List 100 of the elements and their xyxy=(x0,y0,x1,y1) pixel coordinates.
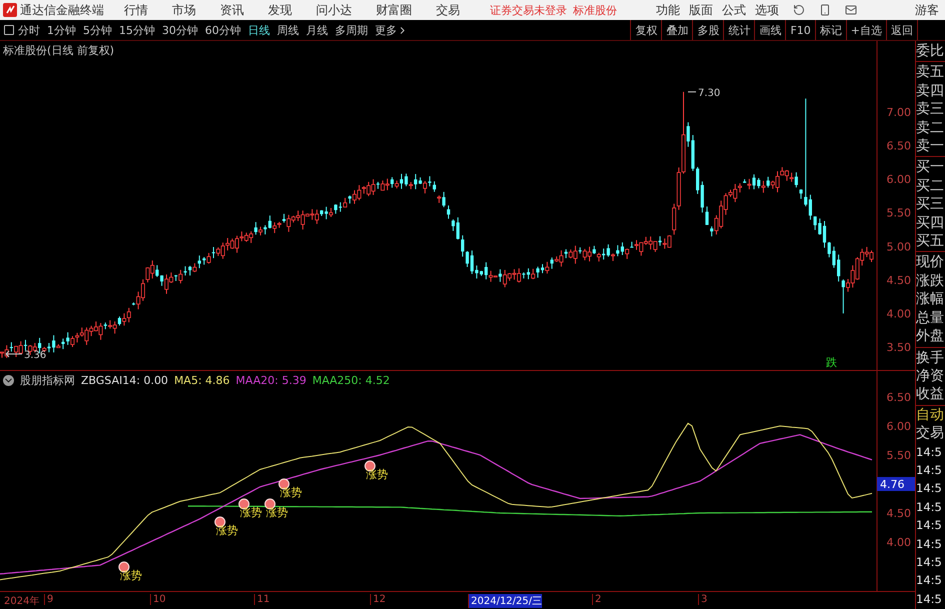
quote-label: 买二 xyxy=(916,176,945,196)
indicator-value: ZBGSAI14: 0.00 xyxy=(81,374,168,387)
price-axis-label: 4.50 xyxy=(886,274,911,287)
quote-label: 净资 xyxy=(916,366,945,386)
date-axis-label: 11 xyxy=(254,594,270,605)
price-axis-label: 3.50 xyxy=(886,341,911,354)
price-axis-label: 7.00 xyxy=(886,106,911,119)
menu-item[interactable]: 财富圈 xyxy=(376,2,412,18)
quote-label: 涨幅 xyxy=(916,290,945,309)
quote-label: 买一 xyxy=(916,158,945,177)
refresh-icon[interactable] xyxy=(793,4,805,16)
collapse-icon[interactable] xyxy=(3,375,14,386)
app-name: 通达信金融终端 xyxy=(20,2,104,18)
date-axis-label: 2 xyxy=(592,594,602,605)
phone-icon[interactable] xyxy=(819,4,831,16)
quote-label: 卖五 xyxy=(916,63,945,82)
app-logo-icon xyxy=(3,3,17,17)
menu-item[interactable]: 市场 xyxy=(172,2,196,18)
chart-action-button[interactable]: 返回 xyxy=(886,20,918,40)
price-axis-label: 4.00 xyxy=(886,307,911,320)
quote-label: 卖四 xyxy=(916,82,945,100)
period-tab[interactable]: 1分钟 xyxy=(47,22,76,38)
trade-time: 14:5 xyxy=(916,444,943,461)
quote-label: 卖一 xyxy=(916,137,945,156)
period-tab[interactable]: 60分钟 xyxy=(205,22,241,38)
menu-item[interactable]: 资讯 xyxy=(220,2,244,18)
chart-action-button[interactable]: +自选 xyxy=(846,20,886,40)
period-tab[interactable]: 15分钟 xyxy=(119,22,155,38)
menu-item[interactable]: 版面 xyxy=(689,2,713,18)
stock-name: 标准股份 xyxy=(573,2,617,18)
date-axis-label: 9 xyxy=(44,594,54,605)
menu-item[interactable]: 选项 xyxy=(755,2,779,18)
trade-time: 14:5 xyxy=(916,572,943,590)
mail-icon[interactable] xyxy=(845,4,857,16)
chart-title: 标准股份(日线 前复权) xyxy=(3,43,114,58)
menu-item[interactable]: 交易 xyxy=(436,2,460,18)
date-axis-label: 3 xyxy=(698,594,708,605)
menu-item[interactable]: 行情 xyxy=(124,2,148,18)
signal-label: 跌 xyxy=(826,356,837,369)
quote-label: 卖三 xyxy=(916,100,945,119)
trade-time: 14:5 xyxy=(916,462,943,479)
quote-label: 委比 xyxy=(916,42,945,60)
indicator-axis-label: 4.50 xyxy=(886,507,911,520)
trade-label: 交易 xyxy=(916,424,945,443)
price-axis-label: 6.50 xyxy=(886,140,911,153)
trade-time: 14:5 xyxy=(916,590,943,608)
date-axis-label: 2024/12/25/三 xyxy=(468,594,542,608)
period-tab[interactable]: 周线 xyxy=(277,22,299,38)
chart-action-button[interactable]: 多股 xyxy=(692,20,724,40)
price-axis-label: 5.50 xyxy=(886,206,911,220)
menu-item[interactable]: 发现 xyxy=(268,2,292,18)
period-tab[interactable]: 分时 xyxy=(18,22,40,38)
period-tab[interactable]: 日线 xyxy=(248,22,270,38)
period-tab[interactable]: 更多 xyxy=(375,22,408,38)
current-value-tag: 4.76 xyxy=(877,477,915,491)
quote-label: 现价 xyxy=(916,253,945,272)
date-axis-label: 10 xyxy=(150,594,166,605)
quote-label: 换手 xyxy=(916,348,945,367)
quote-label: 外盘 xyxy=(916,327,945,346)
period-tab[interactable]: 30分钟 xyxy=(162,22,198,38)
chart-action-button[interactable]: 统计 xyxy=(723,20,754,40)
trade-time: 14:5 xyxy=(916,498,943,516)
menu-item[interactable]: 问小达 xyxy=(316,2,352,18)
date-axis-label: 2024年 xyxy=(3,595,40,608)
trade-time: 14:5 xyxy=(916,536,943,553)
quote-label: 卖二 xyxy=(916,118,945,138)
period-tab[interactable]: 月线 xyxy=(306,22,328,38)
indicator-axis-label: 6.50 xyxy=(886,391,911,404)
indicator-value: MAA250: 4.52 xyxy=(312,374,390,387)
trade-time: 14:5 xyxy=(916,554,943,571)
trade-time: 14:5 xyxy=(916,480,943,498)
chart-action-button[interactable]: 叠加 xyxy=(661,20,692,40)
quote-label: 买四 xyxy=(916,214,945,232)
indicator-axis-label: 5.50 xyxy=(886,449,911,462)
login-notice[interactable]: 证券交易未登录 xyxy=(490,2,567,18)
indicator-value: MA5: 4.86 xyxy=(174,374,230,387)
indicator-name: 股朋指标网 xyxy=(20,373,75,388)
quote-label: 涨跌 xyxy=(916,272,945,290)
chart-action-button[interactable]: 复权 xyxy=(630,20,662,40)
chart-action-button[interactable]: 画线 xyxy=(754,20,786,40)
menu-item[interactable]: 功能 xyxy=(656,2,680,18)
period-tab[interactable]: 多周期 xyxy=(335,22,368,38)
chart-action-button[interactable]: 标记 xyxy=(814,20,846,40)
price-axis-label: 5.00 xyxy=(886,240,911,254)
quote-label: 收益 xyxy=(916,385,945,404)
date-axis-label: 12 xyxy=(370,594,386,605)
indicator-axis-label: 6.00 xyxy=(886,420,911,433)
trade-time: 14:5 xyxy=(916,517,943,534)
window-icon[interactable] xyxy=(4,25,14,35)
chart-action-button[interactable]: F10 xyxy=(785,20,815,40)
period-tab[interactable]: 5分钟 xyxy=(83,22,112,38)
user-name[interactable]: 游客 xyxy=(915,2,939,18)
indicator-value: MAA20: 5.39 xyxy=(236,374,306,387)
menu-item[interactable]: 公式 xyxy=(722,2,746,18)
quote-label: 买五 xyxy=(916,232,945,250)
indicator-axis-label: 4.00 xyxy=(886,536,911,549)
price-axis-label: 6.00 xyxy=(886,173,911,186)
mode-label[interactable]: 自动 xyxy=(916,406,945,424)
quote-label: 买三 xyxy=(916,195,945,214)
quote-label: 总量 xyxy=(916,308,945,328)
